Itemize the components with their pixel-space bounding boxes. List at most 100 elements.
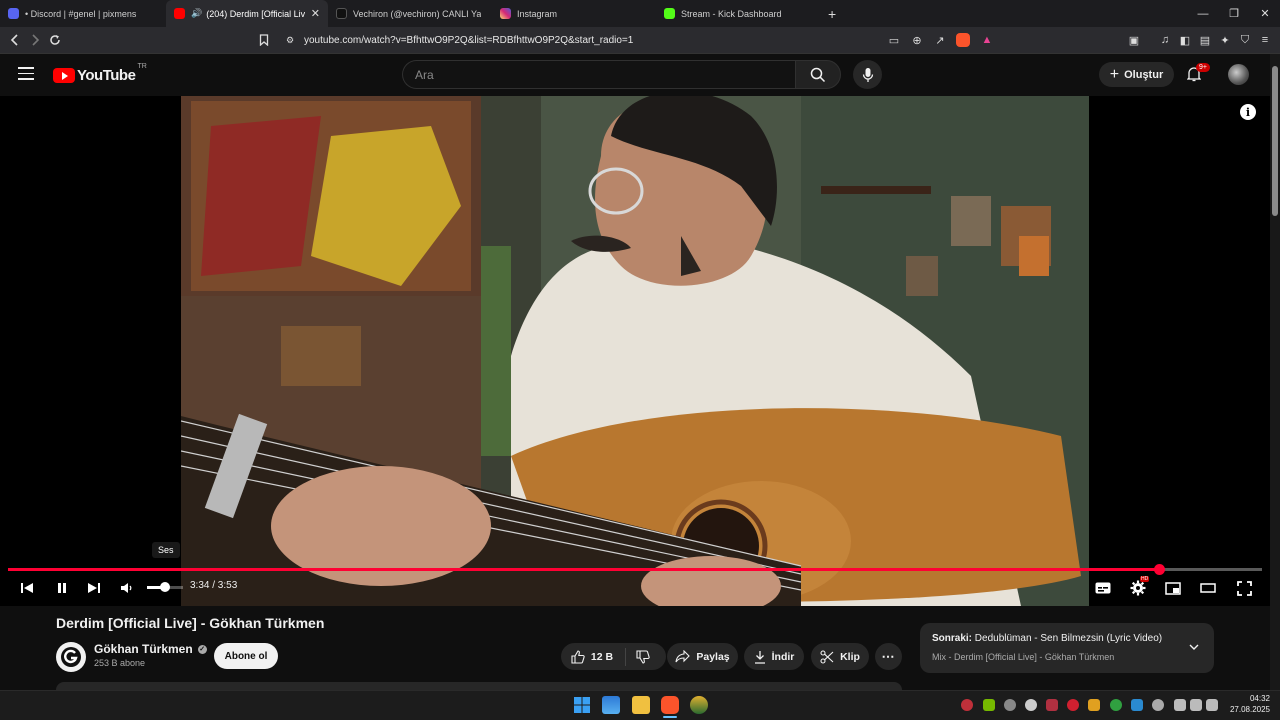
next-icon[interactable] <box>84 578 104 598</box>
subscriber-count: 253 B abone <box>94 658 146 668</box>
volume-icon[interactable] <box>117 578 137 598</box>
forward-icon[interactable] <box>26 31 44 49</box>
channel-name[interactable]: Gökhan Türkmen <box>94 642 193 656</box>
tab-instagram[interactable]: Instagram <box>492 0 656 27</box>
tray-warning-icon[interactable] <box>1088 699 1100 711</box>
page-scrollbar[interactable] <box>1270 54 1280 690</box>
vpn-shield-icon[interactable]: ⛉ <box>1237 32 1253 48</box>
restore-icon[interactable]: ❐ <box>1217 0 1251 27</box>
scrollbar-thumb[interactable] <box>1272 66 1278 216</box>
network-icon[interactable] <box>1174 699 1186 711</box>
share-label: Paylaş <box>696 650 730 663</box>
system-clock[interactable]: 04:32 27.08.2025 <box>1226 693 1270 715</box>
theater-mode-icon[interactable] <box>1198 578 1218 598</box>
tray-app-icon[interactable] <box>961 699 973 711</box>
steam-icon[interactable] <box>1025 699 1037 711</box>
settings-icon[interactable]: HD <box>1128 576 1150 598</box>
share-icon[interactable]: ↗ <box>932 32 948 48</box>
tab-youtube[interactable]: 🔊 (204) Derdim [Official Live] - ( ✕ <box>166 0 328 27</box>
file-explorer-icon[interactable] <box>632 696 650 714</box>
leo-ai-icon[interactable]: ✦ <box>1217 32 1233 48</box>
hd-badge: HD <box>1140 576 1150 582</box>
subtitles-icon[interactable] <box>1093 578 1113 598</box>
tab-label: Vechiron (@vechiron) CANLI Yayında <box>353 8 481 19</box>
more-actions-button[interactable]: ⋯ <box>875 643 902 670</box>
site-settings-icon[interactable]: ⚙ <box>282 32 298 48</box>
tray-record-icon[interactable] <box>1067 699 1079 711</box>
battery-icon[interactable] <box>1206 699 1218 711</box>
kick-icon <box>664 8 675 19</box>
widgets-icon[interactable] <box>602 696 620 714</box>
description-box[interactable] <box>56 682 902 690</box>
tab-label: Stream - Kick Dashboard <box>681 8 782 19</box>
tray-security-icon[interactable] <box>1110 699 1122 711</box>
sidebar-icon[interactable]: ◧ <box>1177 32 1193 48</box>
brave-browser-icon[interactable] <box>661 696 679 714</box>
fullscreen-icon[interactable] <box>1234 578 1254 598</box>
info-icon[interactable]: i <box>1240 104 1256 120</box>
clip-label: Klip <box>840 650 860 663</box>
youtube-header: YouTube TR Ara + Oluştur 9+ <box>0 54 1280 96</box>
clock-time: 04:32 <box>1249 694 1270 703</box>
up-next-card[interactable]: Sonraki: Dedublüman - Sen Bilmezsin (Lyr… <box>920 623 1214 673</box>
like-button[interactable]: 12 B <box>571 647 627 666</box>
hamburger-menu-icon[interactable] <box>18 67 34 81</box>
dislike-button[interactable] <box>626 649 656 664</box>
menu-icon[interactable]: ≡ <box>1257 32 1273 48</box>
new-tab-button[interactable]: + <box>820 0 850 27</box>
download-button[interactable]: İndir <box>744 643 804 670</box>
windows-start-icon[interactable] <box>573 696 591 714</box>
app-icon[interactable] <box>690 696 708 714</box>
volume-tooltip: Ses <box>152 542 180 558</box>
voice-search-button[interactable] <box>853 60 882 89</box>
create-button[interactable]: + Oluştur <box>1099 62 1174 87</box>
cast-icon[interactable]: ▭ <box>886 32 902 48</box>
channel-name-row[interactable]: Gökhan Türkmen ✓ <box>94 642 207 656</box>
previous-icon[interactable] <box>17 578 37 598</box>
volume-slider[interactable] <box>147 582 183 592</box>
microphone-tray-icon[interactable] <box>1152 699 1164 711</box>
pause-icon[interactable] <box>52 578 72 598</box>
channel-avatar[interactable] <box>56 642 86 672</box>
more-horizontal-icon: ⋯ <box>881 648 896 664</box>
tray-arrow-icon[interactable] <box>1004 699 1016 711</box>
close-tab-icon[interactable]: ✕ <box>305 7 320 20</box>
notification-badge: 9+ <box>1196 63 1210 72</box>
minimize-icon[interactable]: — <box>1186 0 1220 27</box>
tab-tiktok[interactable]: Vechiron (@vechiron) CANLI Yayında <box>328 0 492 27</box>
tab-label: • Discord | #genel | pixmens <box>25 8 137 19</box>
tab-kick[interactable]: Stream - Kick Dashboard <box>656 0 820 27</box>
account-avatar[interactable] <box>1228 64 1249 85</box>
back-icon[interactable] <box>6 31 24 49</box>
reload-icon[interactable] <box>46 31 64 49</box>
chevron-down-icon[interactable] <box>1188 641 1200 653</box>
wallet-icon[interactable]: ▤ <box>1197 32 1213 48</box>
clip-button[interactable]: Klip <box>811 643 869 670</box>
zoom-icon[interactable]: ⊕ <box>909 32 925 48</box>
progress-scrubber[interactable] <box>1154 564 1165 575</box>
close-window-icon[interactable]: ✕ <box>1248 0 1280 27</box>
subscribe-button[interactable]: Abone ol <box>214 643 278 669</box>
tray-download-icon[interactable] <box>1046 699 1058 711</box>
video-frame[interactable] <box>181 96 1089 606</box>
time-display: 3:34 / 3:53 <box>190 580 238 591</box>
tray-network-app-icon[interactable] <box>1131 699 1143 711</box>
video-player[interactable] <box>0 96 1270 606</box>
search-input[interactable]: Ara <box>402 60 796 89</box>
search-button[interactable] <box>795 60 841 89</box>
tab-discord[interactable]: • Discord | #genel | pixmens <box>0 0 166 27</box>
reading-list-icon[interactable]: ▣ <box>1126 32 1142 48</box>
bookmark-icon[interactable] <box>256 32 272 48</box>
progress-bar[interactable] <box>8 564 1262 575</box>
up-next-title-row: Sonraki: Dedublüman - Sen Bilmezsin (Lyr… <box>932 633 1162 644</box>
volume-knob[interactable] <box>160 582 170 592</box>
speaker-tray-icon[interactable] <box>1190 699 1202 711</box>
brave-shield-icon[interactable] <box>956 33 970 47</box>
media-icon[interactable]: ♫ <box>1157 32 1173 48</box>
share-button[interactable]: Paylaş <box>667 643 738 670</box>
brave-rewards-icon[interactable]: ▲ <box>979 32 995 48</box>
youtube-logo[interactable]: YouTube TR <box>53 63 147 84</box>
download-label: İndir <box>771 650 795 663</box>
nvidia-icon[interactable] <box>983 699 995 711</box>
miniplayer-icon[interactable] <box>1163 578 1183 598</box>
